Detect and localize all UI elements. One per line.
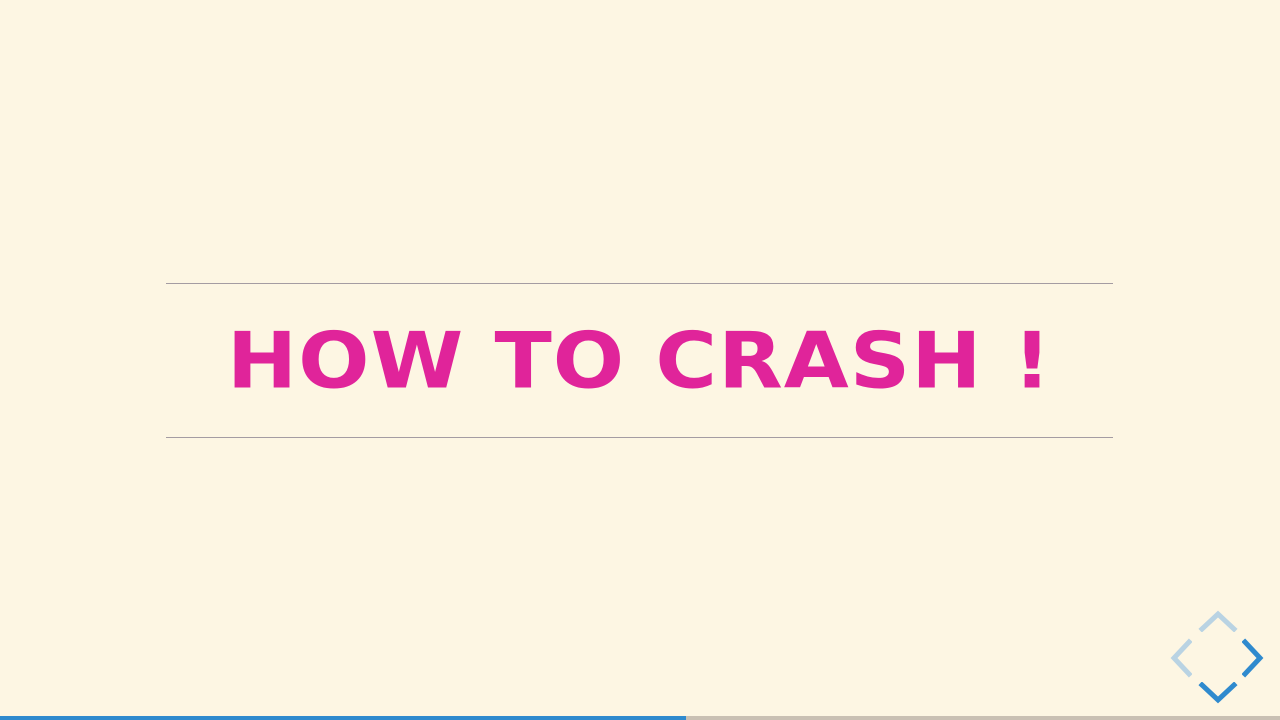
chevron-right-icon[interactable] bbox=[1242, 638, 1264, 678]
chevron-up-icon[interactable] bbox=[1198, 610, 1238, 632]
chevron-left-icon[interactable] bbox=[1170, 638, 1192, 678]
navigation-controls bbox=[1168, 608, 1268, 708]
slide-title: HOW TO CRASH ! bbox=[226, 315, 1053, 406]
slide-stage: HOW TO CRASH ! bbox=[0, 0, 1280, 720]
progress-bar-fill bbox=[0, 716, 687, 720]
chevron-down-icon[interactable] bbox=[1198, 682, 1238, 704]
progress-bar bbox=[0, 716, 1280, 720]
title-block: HOW TO CRASH ! bbox=[166, 283, 1113, 438]
